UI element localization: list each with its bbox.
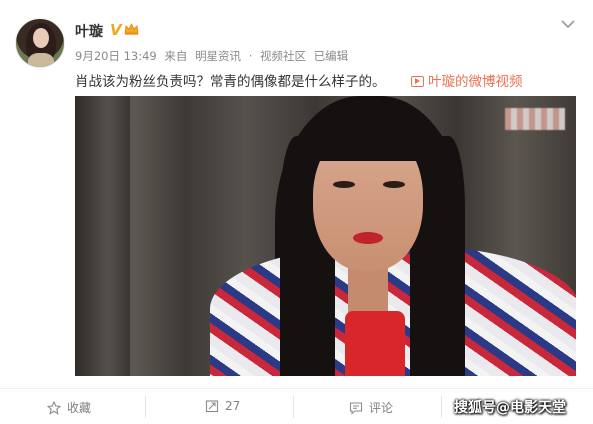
video-player[interactable] xyxy=(75,96,576,376)
star-icon xyxy=(47,400,61,415)
verified-badge: V xyxy=(110,21,122,39)
avatar-body xyxy=(28,53,54,67)
comment-button[interactable]: 评论 xyxy=(349,399,393,416)
post-source[interactable]: 明星资讯 xyxy=(195,49,241,63)
avatar-face xyxy=(33,28,49,48)
video-link-label: 叶璇的微博视频 xyxy=(428,74,523,90)
video-eye-right xyxy=(383,181,405,188)
repost-count: 27 xyxy=(225,399,241,413)
post-meta: 9月20日 13:49 来自 明星资讯 · 视频社区 已编辑 xyxy=(75,48,352,64)
crown-icon xyxy=(124,23,139,35)
video-link[interactable]: 叶璇的微博视频 xyxy=(411,70,523,90)
video-curtain xyxy=(75,96,130,376)
avatar[interactable] xyxy=(15,18,65,68)
edited-label[interactable]: 已编辑 xyxy=(314,49,349,63)
chevron-down-icon[interactable] xyxy=(560,18,576,30)
action-separator xyxy=(441,396,442,418)
author-name[interactable]: 叶璇 xyxy=(75,21,103,41)
post-text: 肖战该为粉丝负责吗？常青的偶像都是什么样子的。 xyxy=(75,74,386,90)
video-bangs xyxy=(305,106,430,161)
action-separator xyxy=(293,396,294,418)
repost-icon xyxy=(205,400,219,413)
action-divider xyxy=(0,388,593,389)
comment-icon xyxy=(349,401,363,415)
favorite-button[interactable]: 收藏 xyxy=(47,399,91,416)
video-shirt xyxy=(345,311,405,376)
video-blurred-watermark xyxy=(505,108,565,130)
comment-label: 评论 xyxy=(369,401,394,415)
weibo-post-card: 叶璇 V 9月20日 13:49 来自 明星资讯 · 视频社区 已编辑 肖战该为… xyxy=(0,0,593,424)
post-channel[interactable]: 视频社区 xyxy=(260,49,306,63)
action-separator xyxy=(145,396,146,418)
favorite-label: 收藏 xyxy=(67,401,92,415)
source-prefix: 来自 xyxy=(164,49,188,63)
post-date[interactable]: 9月20日 13:49 xyxy=(75,49,157,63)
video-eye-left xyxy=(333,181,355,188)
video-lips xyxy=(353,232,383,244)
meta-dot: · xyxy=(248,49,253,63)
video-icon xyxy=(411,76,424,87)
source-watermark: 搜狐号@电影天堂 xyxy=(454,400,566,416)
repost-button[interactable]: 27 xyxy=(205,399,240,413)
